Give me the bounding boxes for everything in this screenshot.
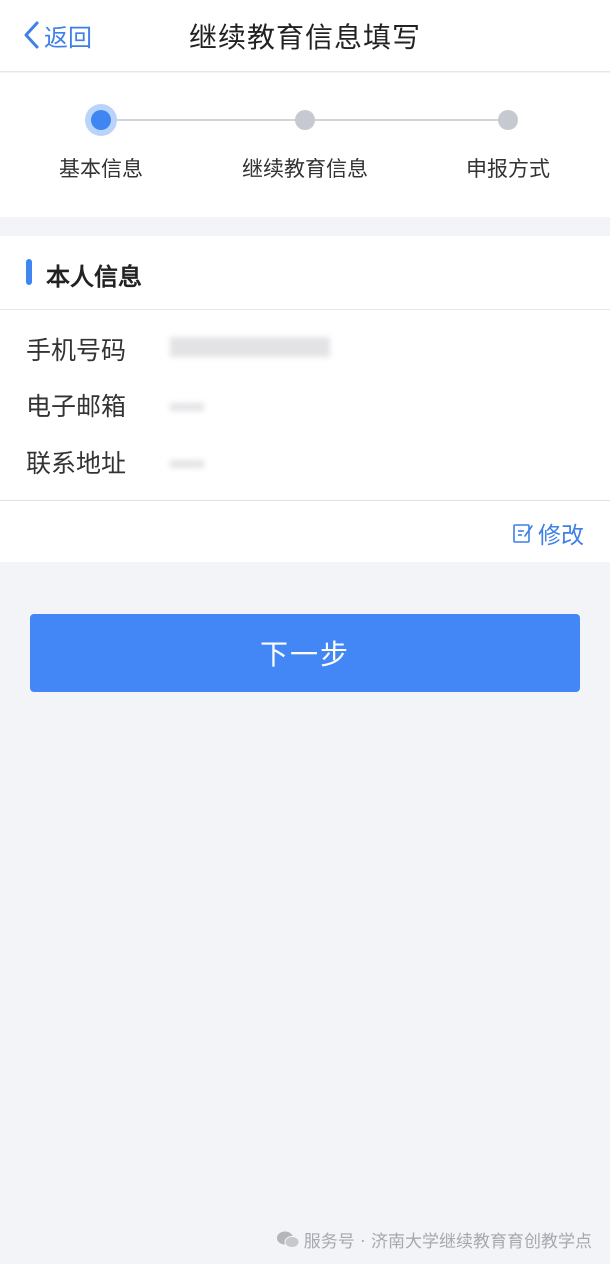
section-accent-bar bbox=[26, 259, 32, 285]
field-value-email bbox=[170, 395, 204, 416]
step-dot bbox=[295, 110, 315, 130]
edit-icon bbox=[513, 524, 533, 543]
field-row-email: 电子邮箱 bbox=[26, 385, 204, 425]
field-label-address: 联系地址 bbox=[26, 449, 127, 478]
section-title: 本人信息 bbox=[46, 263, 142, 291]
step-label-basic-info: 基本信息 bbox=[59, 157, 143, 181]
watermark: 服务号 · 济南大学继续教育育创教学点 bbox=[276, 1227, 592, 1252]
personal-info-card: 本人信息 手机号码 电子邮箱 联系地址 修改 bbox=[0, 236, 610, 562]
field-value-phone bbox=[170, 336, 330, 362]
page-title: 继续教育信息填写 bbox=[188, 21, 421, 54]
step-dot bbox=[498, 110, 518, 130]
field-row-phone: 手机号码 bbox=[26, 329, 330, 369]
step-label-continuing-education-info: 继续教育信息 bbox=[242, 157, 368, 181]
wechat-icon bbox=[276, 1231, 300, 1248]
divider bbox=[0, 500, 610, 501]
blurred-redacted-value bbox=[170, 459, 204, 468]
step-connector bbox=[116, 119, 296, 121]
blurred-redacted-value bbox=[170, 336, 330, 357]
blurred-redacted-value bbox=[170, 402, 204, 411]
field-value-address bbox=[170, 452, 204, 473]
edit-button[interactable]: 修改 bbox=[512, 516, 584, 550]
step-connector bbox=[314, 119, 500, 121]
next-step-button[interactable]: 下一步 bbox=[30, 614, 580, 692]
step-indicator: 基本信息 继续教育信息 申报方式 bbox=[0, 73, 610, 217]
step-label-declaration-method: 申报方式 bbox=[466, 157, 550, 181]
watermark-text: 服务号 · 济南大学继续教育育创教学点 bbox=[303, 1232, 592, 1252]
edit-label: 修改 bbox=[538, 523, 584, 549]
field-label-email: 电子邮箱 bbox=[26, 392, 127, 421]
field-row-address: 联系地址 bbox=[26, 442, 204, 482]
step-dot-active bbox=[85, 104, 117, 136]
field-label-phone: 手机号码 bbox=[26, 336, 127, 365]
nav-header: 返回 继续教育信息填写 bbox=[0, 0, 610, 72]
section-header: 本人信息 bbox=[0, 236, 610, 310]
